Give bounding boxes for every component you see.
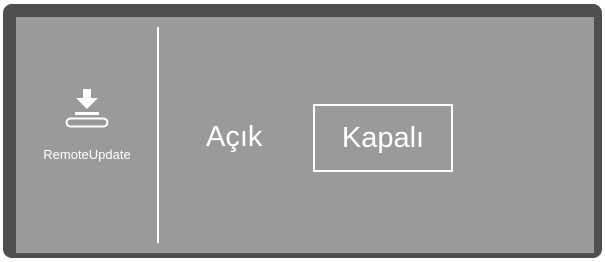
download-to-tray-icon — [65, 89, 109, 128]
vertical-divider — [157, 27, 159, 243]
option-off-button[interactable]: Kapalı — [313, 104, 453, 172]
display-panel: RemoteUpdate Açık Kapalı — [16, 17, 594, 253]
device-display-frame: RemoteUpdate Açık Kapalı — [3, 4, 602, 258]
option-off-label: Kapalı — [341, 121, 425, 154]
option-on-button[interactable]: Açık — [206, 123, 262, 152]
remote-update-icon — [64, 87, 110, 129]
remote-update-label: RemoteUpdate — [43, 147, 131, 162]
